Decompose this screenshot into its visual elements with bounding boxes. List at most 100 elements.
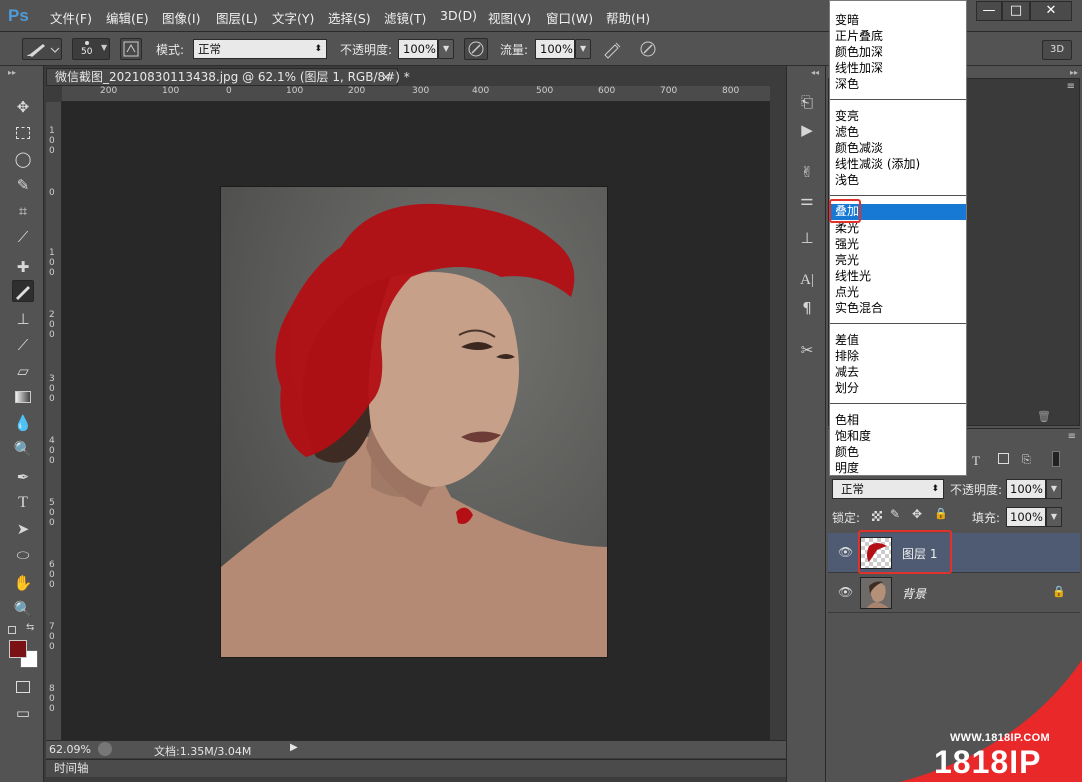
visibility-eye-icon[interactable]: 👁 — [838, 545, 853, 559]
gradient-tool-icon[interactable] — [12, 386, 34, 408]
layer-row-background[interactable]: 👁 背景 🔒 — [828, 573, 1080, 613]
airbrush-button[interactable] — [600, 38, 624, 60]
pen-tool-icon[interactable]: ✒ — [12, 466, 34, 488]
clone-source-icon[interactable]: ⊥ — [797, 228, 817, 248]
brush-presets-icon[interactable]: ✌ — [797, 162, 817, 182]
paragraph-panel-icon[interactable]: ¶ — [797, 298, 817, 318]
zoom-tool-icon[interactable]: 🔍 — [12, 598, 34, 620]
blend-lighten[interactable]: 变亮 — [835, 109, 859, 125]
quick-select-tool-icon[interactable]: ✎ — [12, 174, 34, 196]
menu-edit[interactable]: 编辑(E) — [106, 8, 149, 27]
lock-transparent-icon[interactable] — [872, 511, 882, 521]
healing-brush-tool-icon[interactable]: ✚ — [12, 256, 34, 278]
ellipse-tool-icon[interactable]: ⬭ — [12, 544, 34, 566]
blur-tool-icon[interactable]: 💧 — [12, 412, 34, 434]
blend-pin-light[interactable]: 点光 — [835, 285, 859, 301]
opacity-dropdown[interactable]: ▼ — [438, 39, 454, 59]
brush-settings-icon[interactable]: ⚌ — [797, 190, 817, 210]
menu-filter[interactable]: 滤镜(T) — [384, 8, 426, 27]
quick-mask-icon[interactable] — [12, 676, 34, 698]
panel-menu-icon[interactable]: ≡ — [1067, 81, 1075, 92]
lock-position-icon[interactable]: ✥ — [912, 507, 922, 521]
opacity-input[interactable]: 100% — [398, 39, 438, 59]
pressure-opacity-button[interactable] — [464, 38, 488, 60]
menu-window[interactable]: 窗口(W) — [546, 8, 593, 27]
blend-color-dodge[interactable]: 颜色减淡 — [835, 141, 883, 157]
eraser-tool-icon[interactable]: ▱ — [12, 360, 34, 382]
menu-view[interactable]: 视图(V) — [488, 8, 531, 27]
blend-hue[interactable]: 色相 — [835, 413, 859, 429]
blend-difference[interactable]: 差值 — [835, 333, 859, 349]
status-menu-arrow-icon[interactable]: ▶ — [290, 742, 298, 753]
layer-opacity-input[interactable]: 100% — [1006, 479, 1046, 499]
fill-input[interactable]: 100% — [1006, 507, 1046, 527]
menu-select[interactable]: 选择(S) — [328, 8, 371, 27]
blend-luminosity[interactable]: 明度 — [835, 461, 859, 477]
zoom-level[interactable]: 62.09% — [49, 743, 91, 756]
workspace-3d-button[interactable]: 3D — [1042, 40, 1072, 60]
tool-presets-icon[interactable]: ✂ — [797, 340, 817, 360]
mode-select[interactable]: 正常 ⬍ — [193, 39, 327, 59]
swap-colors-icon[interactable]: ⇆ — [26, 622, 34, 633]
default-colors-icon[interactable] — [8, 626, 16, 634]
collapse-right-panel-icon[interactable]: ▸▸ — [1070, 68, 1078, 77]
blend-subtract[interactable]: 减去 — [835, 365, 859, 381]
screen-mode-icon[interactable]: ▭ — [12, 702, 34, 724]
flow-input[interactable]: 100% — [535, 39, 575, 59]
menu-help[interactable]: 帮助(H) — [606, 8, 650, 27]
menu-layer[interactable]: 图层(L) — [216, 8, 258, 27]
filter-type-icon[interactable]: T — [972, 453, 980, 469]
lock-pixels-icon[interactable]: ✎ — [890, 507, 900, 521]
blend-saturation[interactable]: 饱和度 — [835, 429, 871, 445]
brush-tool-preset-button[interactable] — [22, 38, 62, 60]
blend-darker-color[interactable]: 深色 — [835, 77, 859, 93]
layer-opacity-dropdown[interactable]: ▼ — [1046, 479, 1062, 499]
menu-file[interactable]: 文件(F) — [50, 8, 92, 27]
history-brush-tool-icon[interactable]: ⟋ — [12, 334, 34, 356]
layers-panel-menu-icon[interactable]: ≡ — [1068, 431, 1076, 442]
menu-image[interactable]: 图像(I) — [162, 8, 200, 27]
filter-smart-object-icon[interactable]: ⎘ — [1022, 453, 1031, 467]
type-tool-icon[interactable]: T — [12, 492, 34, 514]
actions-play-icon[interactable]: ▶ — [797, 120, 817, 140]
foreground-color-swatch[interactable] — [9, 640, 27, 658]
brush-tool-icon[interactable] — [12, 280, 34, 302]
blend-linear-burn[interactable]: 线性加深 — [835, 61, 883, 77]
dodge-tool-icon[interactable]: 🔍 — [12, 438, 34, 460]
move-tool-icon[interactable]: ✥ — [12, 96, 34, 118]
blend-hard-mix[interactable]: 实色混合 — [835, 301, 883, 317]
hand-tool-icon[interactable]: ✋ — [12, 572, 34, 594]
brush-size-picker[interactable]: 50 ▼ — [72, 38, 110, 60]
minimize-button[interactable]: — — [976, 1, 1002, 21]
layer-blend-mode-select[interactable]: 正常 ⬍ — [832, 479, 944, 499]
blend-color[interactable]: 颜色 — [835, 445, 859, 461]
close-window-button[interactable]: ✕ — [1030, 1, 1072, 21]
blend-lighter-color[interactable]: 浅色 — [835, 173, 859, 189]
visibility-eye-icon[interactable]: 👁 — [838, 585, 853, 599]
crop-tool-icon[interactable]: ⌗ — [12, 200, 34, 222]
history-panel-icon[interactable]: ⎗ — [797, 92, 817, 112]
collapse-toolbox-icon[interactable]: ▸▸ — [8, 68, 16, 77]
blend-vivid-light[interactable]: 亮光 — [835, 253, 859, 269]
lasso-tool-icon[interactable]: ◯ — [12, 148, 34, 170]
blend-linear-light[interactable]: 线性光 — [835, 269, 871, 285]
collapse-dock-icon[interactable]: ◂◂ — [811, 68, 819, 77]
pressure-size-button[interactable] — [636, 38, 660, 60]
character-panel-icon[interactable]: A| — [797, 270, 817, 290]
fill-dropdown[interactable]: ▼ — [1046, 507, 1062, 527]
filter-toggle-icon[interactable] — [1052, 451, 1060, 467]
path-selection-tool-icon[interactable]: ➤ — [12, 518, 34, 540]
blend-multiply[interactable]: 正片叠底 — [835, 29, 883, 45]
blend-hard-light[interactable]: 强光 — [835, 237, 859, 253]
blend-linear-dodge[interactable]: 线性减淡 (添加) — [835, 157, 920, 173]
marquee-tool-icon[interactable] — [12, 122, 34, 144]
timeline-panel-tab[interactable]: 时间轴 — [46, 759, 786, 777]
filter-shape-icon[interactable] — [998, 453, 1009, 464]
brush-panel-toggle[interactable] — [120, 38, 142, 60]
menu-3d[interactable]: 3D(D) — [440, 8, 477, 23]
document-tab-close-icon[interactable]: × — [381, 69, 391, 85]
trash-icon[interactable]: 🗑 — [1037, 410, 1051, 423]
status-info-icon[interactable] — [98, 742, 112, 756]
blend-darken[interactable]: 变暗 — [835, 13, 859, 29]
document-tab[interactable]: 微信截图_20210830113438.jpg @ 62.1% (图层 1, R… — [46, 68, 410, 86]
